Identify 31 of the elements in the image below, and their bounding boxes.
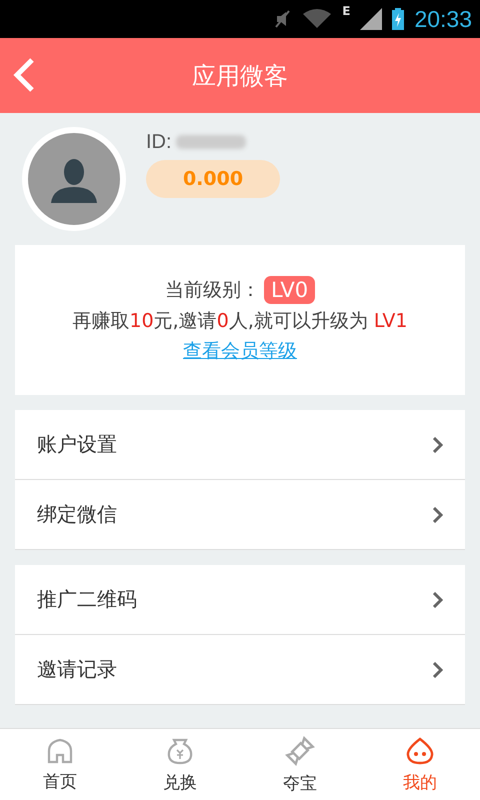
mute-icon <box>274 9 292 29</box>
money-bag-icon <box>166 736 194 764</box>
clock: 20:33 <box>414 6 472 32</box>
person-icon <box>51 159 97 203</box>
menu-item[interactable]: 账户设置 <box>15 410 465 480</box>
blurred-id <box>176 135 246 149</box>
chevron-icon <box>433 436 443 452</box>
signal-icon <box>360 8 382 30</box>
upgrade-hint: 再赚取10元,邀请0人,就可以升级为 LV1 <box>72 309 408 334</box>
wifi-icon <box>302 9 332 29</box>
tab[interactable]: 首页 <box>0 729 120 800</box>
back-icon[interactable] <box>12 57 36 93</box>
tab[interactable]: 我的 <box>360 729 480 800</box>
level-badge: LV0 <box>264 276 316 304</box>
balance-badge: 0.000 <box>146 160 280 198</box>
candy-icon <box>285 736 315 766</box>
menu-item[interactable]: 绑定微信 <box>15 480 465 550</box>
network-type: E <box>342 4 350 18</box>
battery-icon <box>392 8 404 30</box>
menu-item[interactable]: 推广二维码 <box>15 565 465 635</box>
level-label: 当前级别： <box>164 278 260 303</box>
menu-item[interactable]: 邀请记录 <box>15 635 465 705</box>
face-icon <box>405 736 435 764</box>
chevron-icon <box>433 506 443 522</box>
tab[interactable]: 兑换 <box>120 729 240 800</box>
id-label: ID: <box>146 130 172 154</box>
tab[interactable]: 夺宝 <box>240 729 360 800</box>
chevron-icon <box>433 662 443 678</box>
page-title: 应用微客 <box>192 60 288 92</box>
chevron-icon <box>433 592 443 608</box>
house-icon <box>46 738 74 764</box>
